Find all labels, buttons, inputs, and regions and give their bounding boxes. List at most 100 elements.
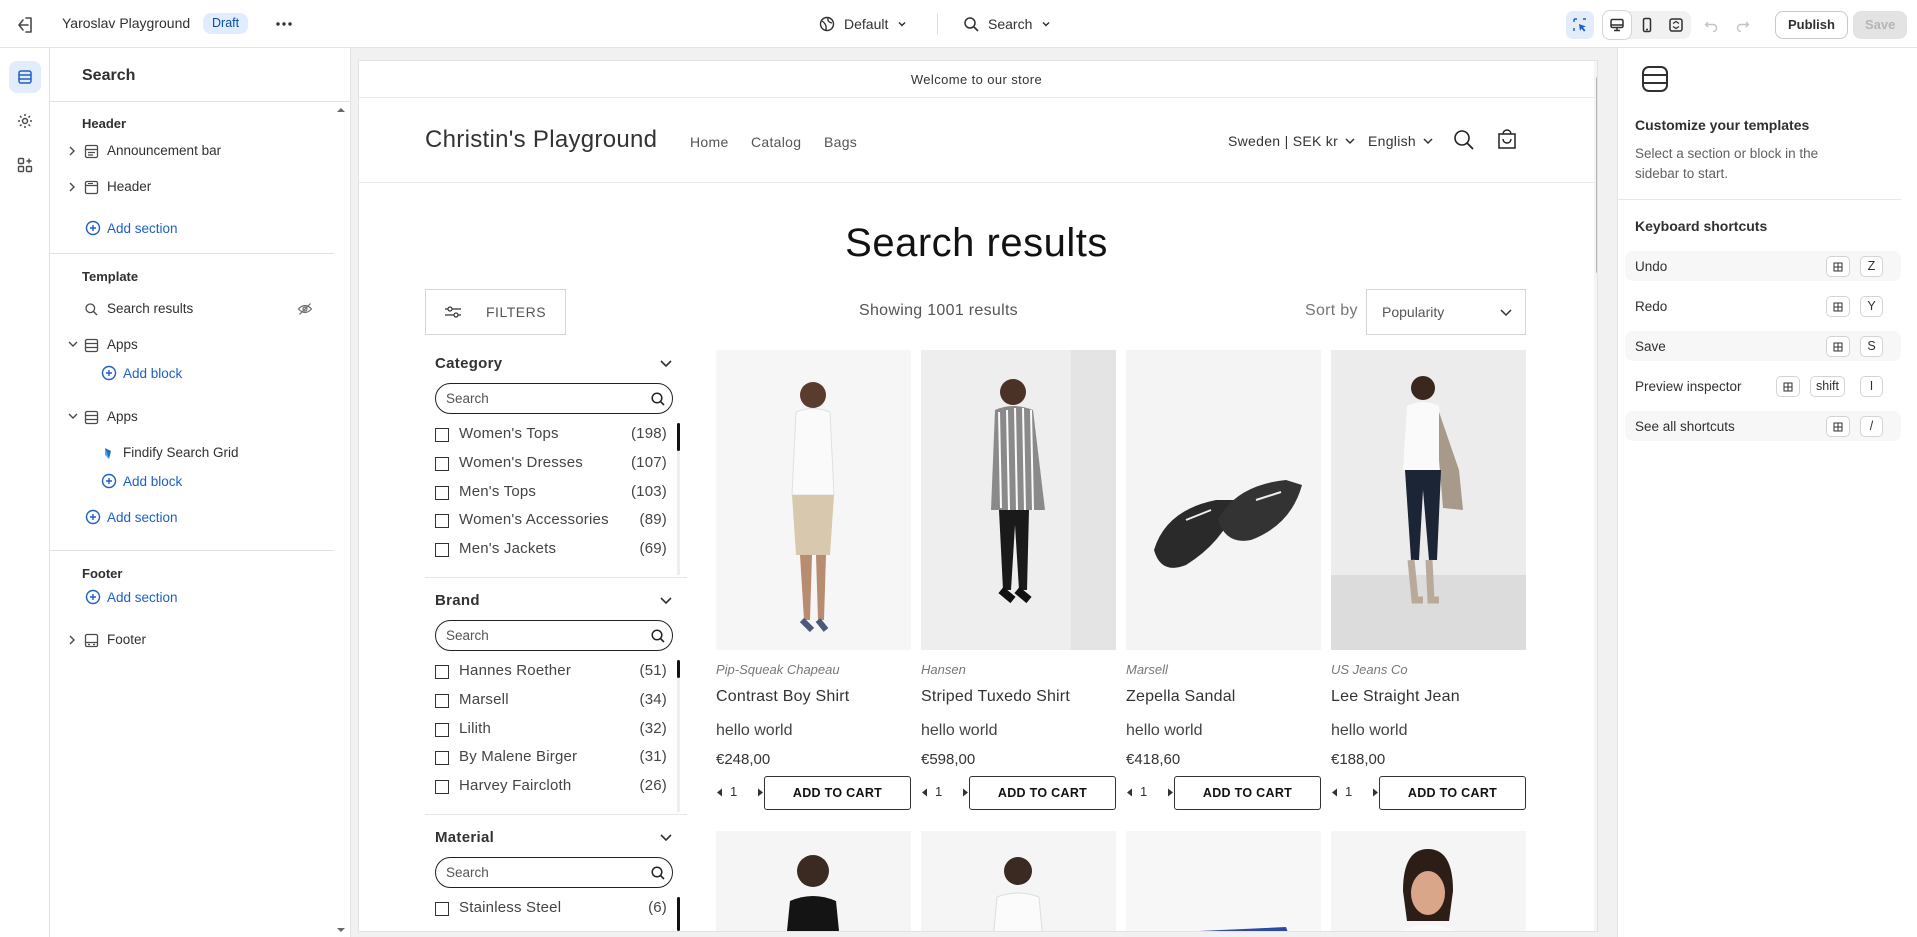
increment-icon[interactable]: [757, 788, 764, 797]
chevron-right-icon[interactable]: [67, 145, 77, 157]
facet-search-input[interactable]: Search: [435, 620, 673, 651]
facet-option[interactable]: Men's Jackets (69): [435, 540, 667, 560]
facet-option[interactable]: Women's Tops (198): [435, 425, 667, 445]
facet-scroll-thumb[interactable]: [677, 897, 680, 931]
checkbox[interactable]: [435, 428, 449, 442]
checkbox[interactable]: [435, 543, 449, 557]
inspector-toggle[interactable]: [1566, 11, 1594, 39]
product-image[interactable]: [716, 831, 911, 931]
product-image[interactable]: [921, 350, 1116, 650]
theme-selector[interactable]: Default: [818, 13, 908, 35]
add-to-cart-button[interactable]: ADD TO CART: [1379, 776, 1526, 810]
chevron-down-icon[interactable]: [659, 833, 673, 843]
facet-option[interactable]: Stainless Steel (6): [435, 899, 667, 919]
shortcut-see-all[interactable]: See all shortcuts /: [1625, 411, 1901, 441]
facet-scroll-thumb[interactable]: [677, 423, 680, 451]
checkbox[interactable]: [435, 780, 449, 794]
product-image[interactable]: [1126, 831, 1321, 931]
add-to-cart-button[interactable]: ADD TO CART: [969, 776, 1116, 810]
preview-scrollbar[interactable]: [1594, 61, 1597, 931]
filters-button[interactable]: FILTERS: [425, 289, 566, 335]
section-announcement-bar[interactable]: Announcement bar: [50, 137, 350, 165]
exit-icon[interactable]: [14, 14, 36, 36]
facet-option[interactable]: Harvey Faircloth (26): [435, 777, 667, 797]
fullscreen-view-button[interactable]: [1662, 11, 1690, 39]
decrement-icon[interactable]: [1126, 788, 1133, 797]
quantity-stepper[interactable]: 1: [716, 783, 764, 803]
add-block-apps-1[interactable]: Add block: [101, 365, 182, 381]
undo-button[interactable]: [1697, 11, 1725, 39]
increment-icon[interactable]: [1167, 788, 1174, 797]
facet-option[interactable]: Hannes Roether (51): [435, 662, 667, 682]
add-section-footer[interactable]: Add section: [85, 589, 178, 605]
product-title[interactable]: Zepella Sandal: [1126, 688, 1236, 706]
app-embeds-tab[interactable]: [9, 149, 41, 181]
product-image[interactable]: [1331, 831, 1526, 931]
nav-home[interactable]: Home: [690, 134, 729, 150]
page-selector[interactable]: Search: [963, 13, 1052, 35]
product-image[interactable]: [921, 831, 1116, 931]
add-block-apps-2[interactable]: Add block: [101, 473, 182, 489]
facet-option[interactable]: Women's Dresses (107): [435, 454, 667, 474]
add-to-cart-button[interactable]: ADD TO CART: [1174, 776, 1321, 810]
sections-tab[interactable]: [9, 61, 41, 93]
section-apps-1[interactable]: Apps: [50, 331, 350, 359]
checkbox[interactable]: [435, 457, 449, 471]
scrollbar-thumb[interactable]: [1596, 75, 1597, 275]
desktop-view-button[interactable]: [1603, 11, 1631, 39]
facet-option[interactable]: Lilith (32): [435, 720, 667, 740]
scroll-down-icon[interactable]: [336, 926, 346, 934]
redo-button[interactable]: [1729, 11, 1757, 39]
facet-option[interactable]: Women's Accessories (89): [435, 511, 667, 531]
checkbox[interactable]: [435, 486, 449, 500]
chevron-down-icon[interactable]: [67, 411, 79, 421]
product-title[interactable]: Striped Tuxedo Shirt: [921, 688, 1070, 706]
mobile-view-button[interactable]: [1633, 11, 1661, 39]
block-findify-search-grid[interactable]: Findify Search Grid: [50, 439, 350, 467]
checkbox[interactable]: [435, 514, 449, 528]
country-selector[interactable]: Sweden | SEK kr: [1228, 133, 1356, 149]
product-image[interactable]: [716, 350, 911, 650]
checkbox[interactable]: [435, 665, 449, 679]
section-footer[interactable]: Footer: [50, 626, 350, 654]
facet-option[interactable]: By Malene Birger (31): [435, 748, 667, 768]
decrement-icon[interactable]: [1331, 788, 1338, 797]
decrement-icon[interactable]: [921, 788, 928, 797]
store-logo[interactable]: Christin's Playground: [425, 126, 657, 154]
sort-select[interactable]: Popularity: [1366, 289, 1526, 335]
add-section-template[interactable]: Add section: [85, 509, 178, 525]
more-actions-icon[interactable]: [273, 13, 295, 35]
quantity-stepper[interactable]: 1: [1126, 783, 1174, 803]
facet-option[interactable]: Marsell (34): [435, 691, 667, 711]
theme-settings-tab[interactable]: [9, 105, 41, 137]
product-image[interactable]: [1331, 350, 1526, 650]
checkbox[interactable]: [435, 751, 449, 765]
chevron-right-icon[interactable]: [67, 634, 77, 646]
section-apps-2[interactable]: Apps: [50, 403, 350, 431]
section-header[interactable]: Header: [50, 173, 350, 201]
chevron-right-icon[interactable]: [67, 181, 77, 193]
product-title[interactable]: Lee Straight Jean: [1331, 688, 1460, 706]
nav-catalog[interactable]: Catalog: [751, 134, 801, 150]
increment-icon[interactable]: [1372, 788, 1379, 797]
facet-option[interactable]: Men's Tops (103): [435, 483, 667, 503]
nav-bags[interactable]: Bags: [824, 134, 857, 150]
facet-scroll-thumb[interactable]: [677, 660, 680, 678]
facet-search-input[interactable]: Search: [435, 383, 673, 414]
chevron-down-icon[interactable]: [659, 359, 673, 369]
chevron-down-icon[interactable]: [659, 596, 673, 606]
add-to-cart-button[interactable]: ADD TO CART: [764, 776, 911, 810]
checkbox[interactable]: [435, 694, 449, 708]
quantity-stepper[interactable]: 1: [921, 783, 969, 803]
scroll-up-icon[interactable]: [336, 106, 346, 114]
decrement-icon[interactable]: [716, 788, 723, 797]
chevron-down-icon[interactable]: [67, 339, 79, 349]
quantity-stepper[interactable]: 1: [1331, 783, 1379, 803]
increment-icon[interactable]: [962, 788, 969, 797]
eye-hidden-icon[interactable]: [297, 302, 313, 316]
save-button[interactable]: Save: [1853, 11, 1908, 39]
cart-icon[interactable]: [1495, 128, 1519, 152]
section-search-results[interactable]: Search results: [50, 295, 350, 323]
checkbox[interactable]: [435, 902, 449, 916]
checkbox[interactable]: [435, 723, 449, 737]
